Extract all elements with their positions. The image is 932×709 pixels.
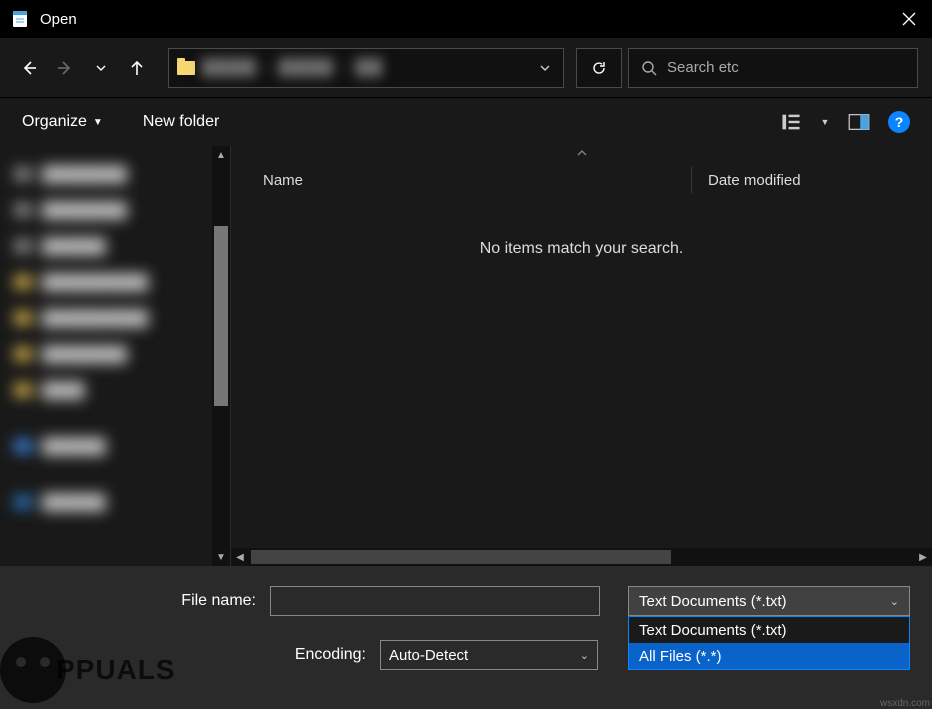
chevron-down-icon: ▼ bbox=[93, 117, 103, 128]
chevron-down-icon: ⌄ bbox=[580, 649, 589, 662]
up-button[interactable] bbox=[122, 53, 152, 83]
file-type-option[interactable]: Text Documents (*.txt) bbox=[629, 617, 909, 643]
chevron-down-icon: ⌄ bbox=[890, 595, 899, 608]
search-icon bbox=[641, 60, 657, 76]
arrow-left-icon bbox=[20, 59, 38, 77]
horizontal-scrollbar[interactable]: ◀ ▶ bbox=[231, 548, 932, 566]
recent-locations-button[interactable] bbox=[86, 53, 116, 83]
address-dropdown[interactable] bbox=[535, 62, 555, 74]
encoding-select[interactable]: Auto-Detect ⌄ bbox=[380, 640, 598, 670]
watermark-text: PPUALS bbox=[56, 654, 176, 686]
tree-item[interactable]: ██████████ bbox=[14, 300, 216, 336]
close-icon bbox=[902, 12, 916, 26]
main-area: ████████ ████████ ██████ ██████████ ████… bbox=[0, 146, 932, 566]
window-title: Open bbox=[40, 11, 886, 28]
arrow-up-icon bbox=[128, 59, 146, 77]
toolbar: Organize ▼ New folder ▼ ? bbox=[0, 98, 932, 146]
watermark: PPUALS bbox=[0, 637, 176, 703]
chevron-down-icon bbox=[95, 62, 107, 74]
refresh-button[interactable] bbox=[576, 48, 622, 88]
tree-item[interactable]: ████████ bbox=[14, 336, 216, 372]
filename-label: File name: bbox=[20, 592, 270, 610]
scroll-down-icon[interactable]: ▼ bbox=[212, 548, 230, 566]
tree-item[interactable]: ████ bbox=[14, 372, 216, 408]
search-placeholder: Search etc bbox=[667, 59, 905, 76]
view-controls: ▼ ? bbox=[780, 111, 910, 133]
tree-item[interactable]: ██████ bbox=[14, 228, 216, 264]
tree-item[interactable]: ████████ bbox=[14, 156, 216, 192]
help-button[interactable]: ? bbox=[888, 111, 910, 133]
address-bar[interactable]: ████ › ████ › ██ bbox=[168, 48, 564, 88]
view-dropdown[interactable]: ▼ bbox=[820, 111, 830, 133]
column-date-modified[interactable]: Date modified bbox=[692, 172, 912, 189]
file-type-select[interactable]: Text Documents (*.txt) ⌄ bbox=[628, 586, 910, 616]
tree-spacer bbox=[14, 464, 216, 484]
folder-icon bbox=[177, 61, 195, 75]
file-list: Name Date modified No items match your s… bbox=[230, 146, 932, 566]
new-folder-label: New folder bbox=[143, 113, 219, 131]
list-view-icon bbox=[780, 111, 802, 133]
watermark-logo-icon bbox=[0, 637, 66, 703]
chevron-down-icon bbox=[539, 62, 551, 74]
navigation-tree[interactable]: ████████ ████████ ██████ ██████████ ████… bbox=[0, 146, 230, 566]
search-input[interactable]: Search etc bbox=[628, 48, 918, 88]
tree-spacer bbox=[14, 408, 216, 428]
scrollbar-thumb[interactable] bbox=[251, 550, 671, 564]
scroll-up-icon[interactable]: ▲ bbox=[212, 146, 230, 164]
scroll-right-icon[interactable]: ▶ bbox=[914, 552, 932, 563]
column-headers: Name Date modified bbox=[231, 160, 932, 200]
new-folder-button[interactable]: New folder bbox=[143, 113, 219, 131]
sidebar-scrollbar[interactable]: ▲ ▼ bbox=[212, 146, 230, 566]
back-button[interactable] bbox=[14, 53, 44, 83]
notepad-icon bbox=[10, 9, 30, 29]
tree-item[interactable]: ████████ bbox=[14, 192, 216, 228]
forward-button[interactable] bbox=[50, 53, 80, 83]
chevron-down-icon: ▼ bbox=[821, 117, 830, 127]
organize-label: Organize bbox=[22, 113, 87, 131]
preview-pane-icon bbox=[848, 111, 870, 133]
scrollbar-thumb[interactable] bbox=[214, 226, 228, 406]
close-button[interactable] bbox=[886, 0, 932, 38]
arrow-right-icon bbox=[56, 59, 74, 77]
navigation-bar: ████ › ████ › ██ Search etc bbox=[0, 38, 932, 98]
breadcrumb: ████ › ████ › ██ bbox=[203, 59, 527, 76]
file-type-option[interactable]: All Files (*.*) bbox=[629, 643, 909, 669]
scroll-left-icon[interactable]: ◀ bbox=[231, 552, 249, 563]
help-icon: ? bbox=[895, 114, 904, 130]
corner-attribution: wsxdn.com bbox=[880, 698, 930, 709]
organize-button[interactable]: Organize ▼ bbox=[22, 113, 103, 131]
preview-pane-button[interactable] bbox=[848, 111, 870, 133]
chevron-up-icon bbox=[577, 149, 587, 157]
tree-item[interactable]: ██████████ bbox=[14, 264, 216, 300]
file-type-dropdown: Text Documents (*.txt) All Files (*.*) bbox=[628, 616, 910, 670]
column-name[interactable]: Name bbox=[251, 172, 691, 189]
file-type-value: Text Documents (*.txt) bbox=[639, 593, 787, 610]
titlebar: Open bbox=[0, 0, 932, 38]
tree-item[interactable]: ██████ bbox=[14, 428, 216, 464]
bottom-panel: File name: Encoding: Auto-Detect ⌄ Text … bbox=[0, 566, 932, 709]
encoding-value: Auto-Detect bbox=[389, 647, 468, 664]
column-sort-indicator bbox=[231, 146, 932, 160]
filename-input[interactable] bbox=[270, 586, 600, 616]
tree-item[interactable]: ██████ bbox=[14, 484, 216, 520]
refresh-icon bbox=[591, 60, 607, 76]
change-view-button[interactable] bbox=[780, 111, 802, 133]
empty-message: No items match your search. bbox=[231, 200, 932, 548]
